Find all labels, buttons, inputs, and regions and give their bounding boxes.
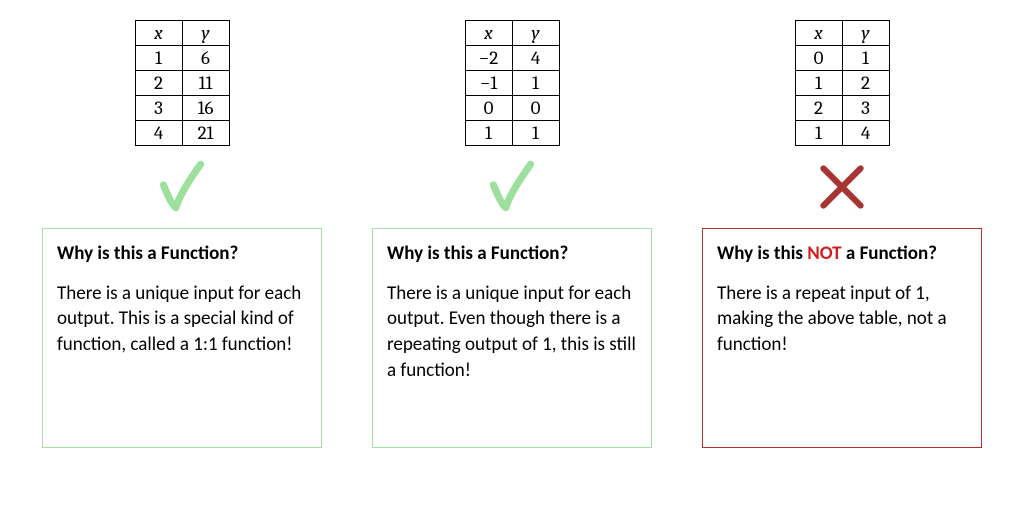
title-pre: Why is this a Function? [387,242,568,265]
cell: 0 [512,96,559,121]
cell: −1 [465,71,512,96]
cell: 1 [512,71,559,96]
cell: 3 [135,96,182,121]
title-pre: Why is this [717,242,807,265]
cell: 4 [135,121,182,146]
cell: 1 [842,46,889,71]
col-header-x: x [795,21,842,46]
col-header-y: y [512,21,559,46]
cell: 3 [842,96,889,121]
cell: 2 [135,71,182,96]
cell: 4 [512,46,559,71]
title-pre: Why is this a Function? [57,242,238,265]
cell: 1 [795,71,842,96]
function-table-1: x y 16 211 316 421 [135,20,230,146]
col-header-y: y [842,21,889,46]
check-icon [472,152,552,222]
explanation-body: There is a repeat input of 1, making the… [717,281,967,358]
cell: 4 [842,121,889,146]
example-column-3: x y 01 12 23 14 Why is this NOT a Functi… [702,20,982,506]
cell: 1 [795,121,842,146]
cell: 11 [182,71,229,96]
function-table-3: x y 01 12 23 14 [795,20,890,146]
col-header-x: x [135,21,182,46]
title-post: a Function? [842,242,937,265]
check-icon [142,152,222,222]
title-emph: NOT [807,242,841,265]
cell: 1 [512,121,559,146]
page: x y 16 211 316 421 Why is this a Functio… [0,0,1024,530]
cell: 1 [135,46,182,71]
cell: −2 [465,46,512,71]
explanation-box-2: Why is this a Function? There is a uniqu… [372,228,652,448]
explanation-title: Why is this a Function? [387,241,637,267]
explanation-title: Why is this NOT a Function? [717,241,967,267]
cell: 0 [795,46,842,71]
cell: 1 [465,121,512,146]
example-column-1: x y 16 211 316 421 Why is this a Functio… [42,20,322,506]
cell: 2 [842,71,889,96]
explanation-box-1: Why is this a Function? There is a uniqu… [42,228,322,448]
cross-icon [802,152,882,222]
cell: 2 [795,96,842,121]
col-header-y: y [182,21,229,46]
explanation-body: There is a unique input for each output.… [57,281,307,358]
cell: 6 [182,46,229,71]
cell: 21 [182,121,229,146]
explanation-box-3: Why is this NOT a Function? There is a r… [702,228,982,448]
explanation-body: There is a unique input for each output.… [387,281,637,384]
col-header-x: x [465,21,512,46]
function-table-2: x y −24 −11 00 11 [465,20,560,146]
explanation-title: Why is this a Function? [57,241,307,267]
example-column-2: x y −24 −11 00 11 Why is this a Function… [372,20,652,506]
cell: 16 [182,96,229,121]
cell: 0 [465,96,512,121]
